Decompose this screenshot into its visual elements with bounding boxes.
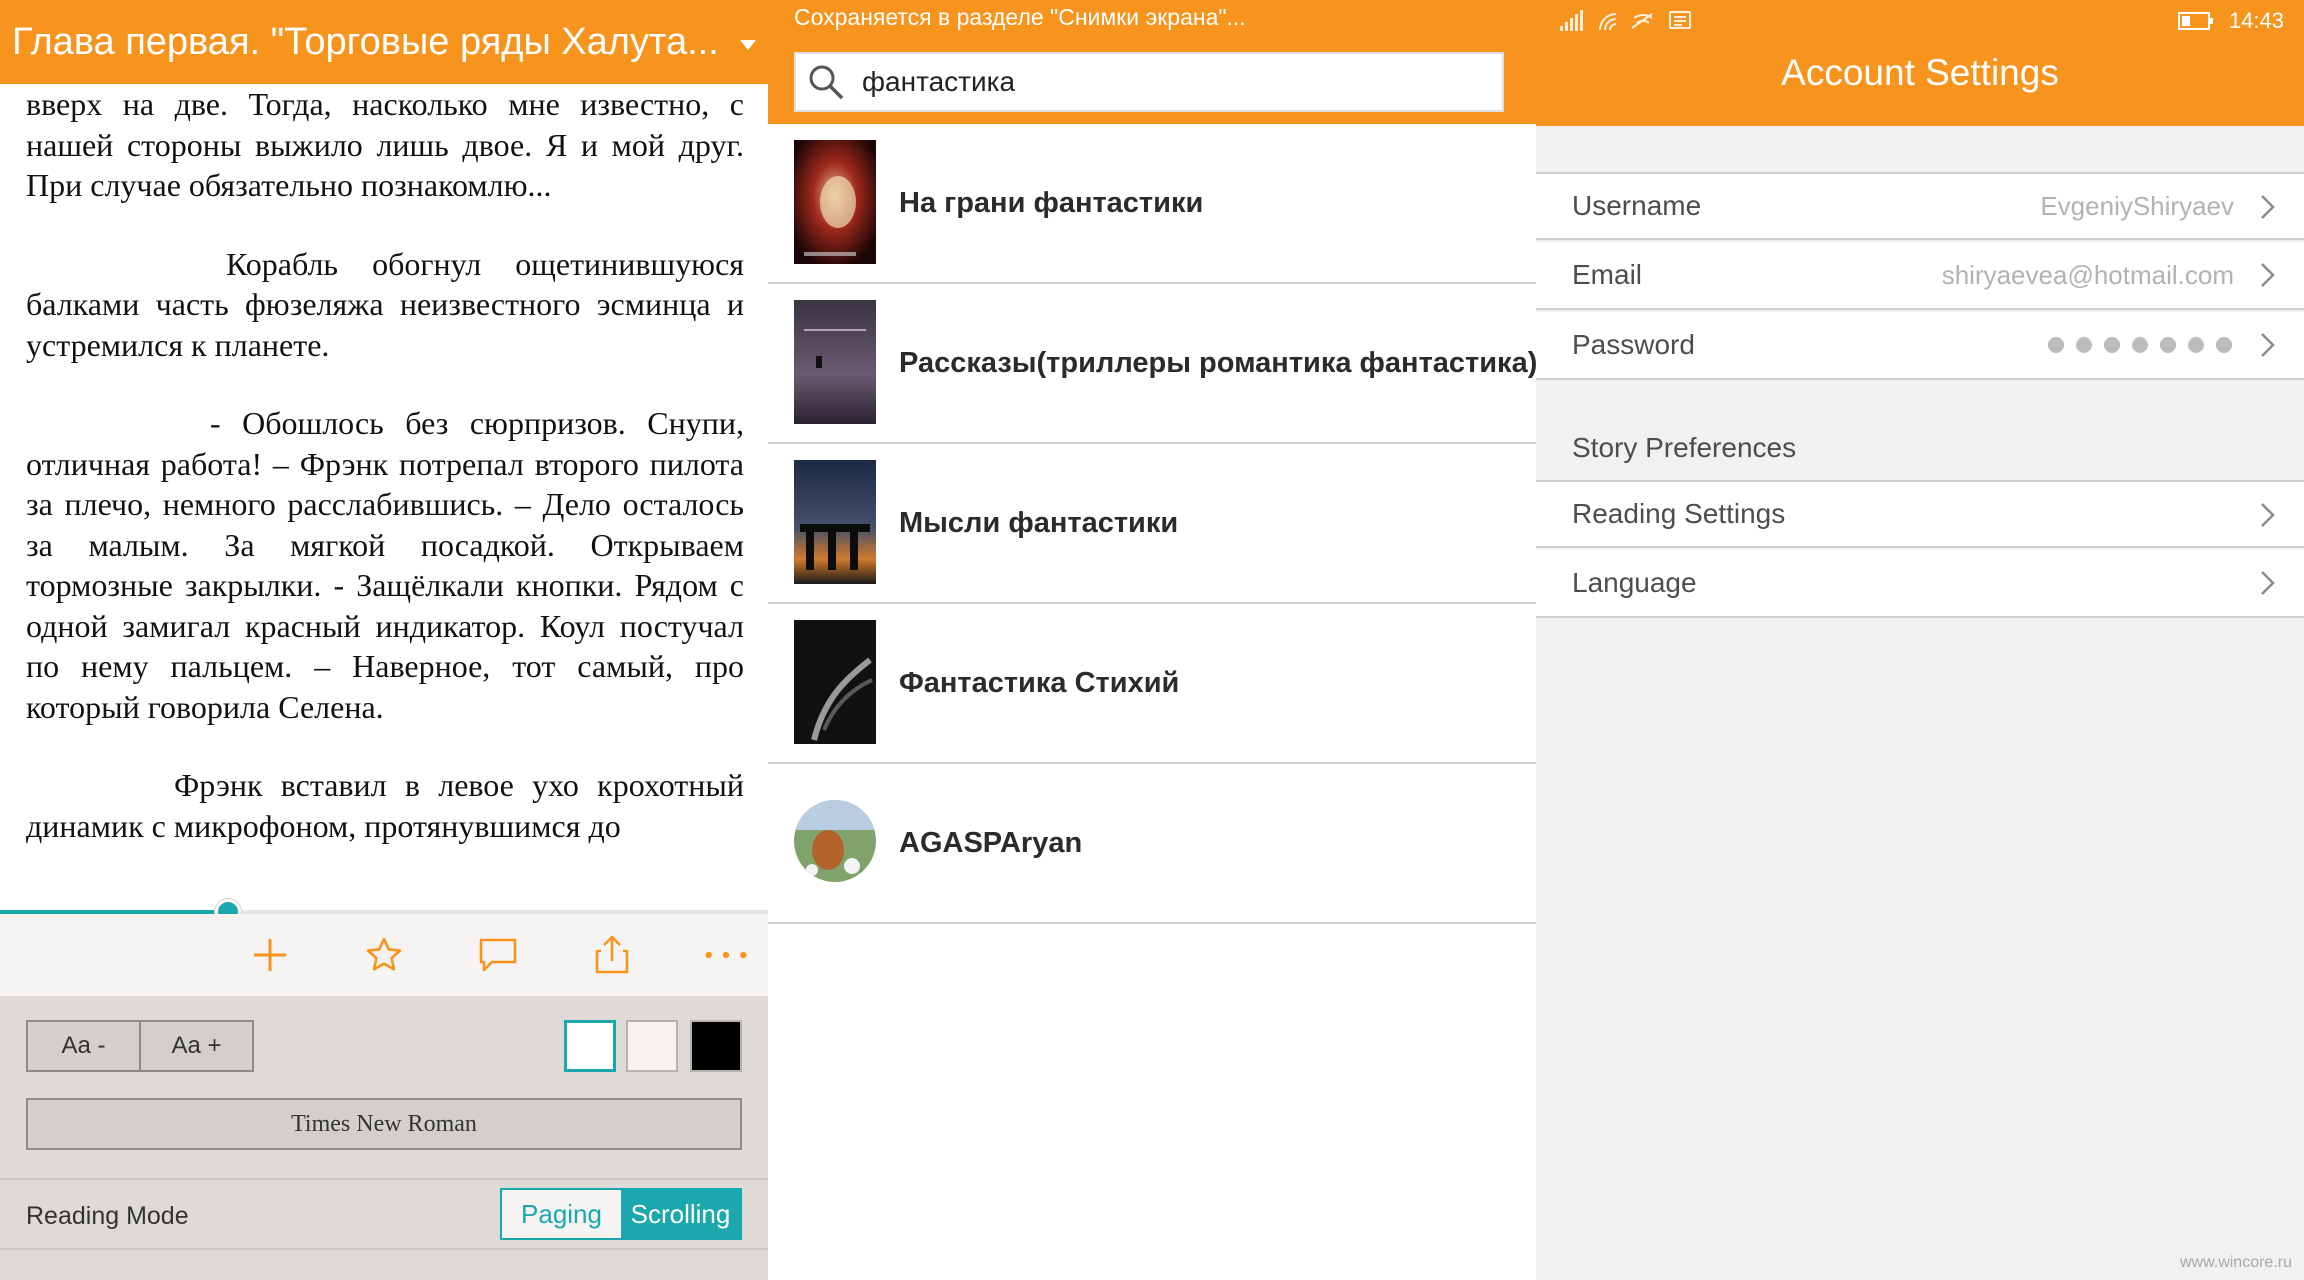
watermark: www.wincore.ru bbox=[2179, 1254, 2292, 1271]
password-row[interactable]: Password bbox=[1536, 312, 2304, 380]
password-dot bbox=[2216, 337, 2232, 353]
story-paragraph: Фрэнк вставил в левое ухо крохотный дина… bbox=[26, 767, 744, 844]
language-row[interactable]: Language bbox=[1536, 550, 2304, 618]
reading-settings-label: Reading Settings bbox=[1572, 498, 1786, 529]
book-cover bbox=[794, 140, 876, 264]
story-paragraph: вверх на две. Тогда, насколько мне извес… bbox=[26, 86, 744, 203]
theme-white-swatch[interactable] bbox=[564, 1020, 616, 1072]
divider bbox=[0, 1178, 768, 1180]
search-header: Сохраняется в разделе "Снимки экрана"...… bbox=[768, 0, 1536, 124]
list-item[interactable]: На грани фантастики bbox=[768, 124, 1536, 284]
result-title: Мысли фантастики bbox=[899, 506, 1179, 539]
chevron-right-icon bbox=[2261, 571, 2275, 595]
password-dot bbox=[2132, 337, 2148, 353]
list-item[interactable]: AGASPAryan bbox=[768, 764, 1536, 924]
screenshot-toast: Сохраняется в разделе "Снимки экрана"... bbox=[794, 4, 1246, 30]
clock: 14:43 bbox=[2228, 8, 2284, 33]
email-value: shiryaevea@hotmail.com bbox=[1941, 259, 2234, 290]
battery-icon bbox=[2178, 12, 2213, 30]
password-dot bbox=[2160, 337, 2176, 353]
username-value: EvgeniyShiryaev bbox=[2040, 190, 2234, 221]
chevron-right-icon bbox=[2261, 503, 2275, 527]
password-dot bbox=[2076, 337, 2092, 353]
reading-mode-toggle: Paging Scrolling bbox=[500, 1188, 742, 1240]
story-text: вверх на две. Тогда, насколько мне извес… bbox=[26, 84, 744, 896]
password-dots bbox=[2048, 337, 2232, 353]
status-icons bbox=[1560, 10, 1691, 31]
font-decrease-button[interactable]: Aa - bbox=[28, 1022, 139, 1070]
comment-icon[interactable] bbox=[476, 933, 520, 977]
reading-settings-row[interactable]: Reading Settings bbox=[1536, 480, 2304, 548]
share-icon[interactable] bbox=[590, 933, 634, 977]
reading-settings-tray: Aa - Aa + Times New Roman Reading Mode P… bbox=[0, 996, 768, 1280]
list-item[interactable]: Фантастика Стихий bbox=[768, 604, 1536, 764]
theme-sepia-swatch[interactable] bbox=[626, 1020, 678, 1072]
font-size-control: Aa - Aa + bbox=[26, 1020, 254, 1072]
status-bar: 14:43 bbox=[1536, 0, 2304, 42]
account-header: 14:43 Account Settings bbox=[1536, 0, 2304, 126]
chapter-title[interactable]: Глава первая. "Торговые ряды Халута... bbox=[12, 21, 719, 64]
result-title: На грани фантастики bbox=[899, 186, 1204, 219]
password-dot bbox=[2104, 337, 2120, 353]
theme-black-swatch[interactable] bbox=[690, 1020, 742, 1072]
result-title: AGASPAryan bbox=[899, 826, 1083, 859]
search-query[interactable]: фантастика bbox=[856, 66, 1015, 98]
page-title: Account Settings bbox=[1781, 52, 2059, 93]
email-label: Email bbox=[1572, 259, 1643, 290]
more-icon[interactable] bbox=[704, 933, 748, 977]
book-cover bbox=[794, 460, 876, 584]
search-icon[interactable] bbox=[796, 54, 856, 110]
reader-panel: Глава первая. "Торговые ряды Халута... в… bbox=[0, 0, 768, 1280]
account-settings-panel: 14:43 Account Settings Username EvgeniyS… bbox=[1536, 0, 2304, 1280]
username-row[interactable]: Username EvgeniyShiryaev bbox=[1536, 172, 2304, 240]
result-title: Фантастика Стихий bbox=[899, 666, 1180, 699]
font-face-selector[interactable]: Times New Roman bbox=[26, 1098, 742, 1150]
reader-toolbar bbox=[0, 914, 768, 996]
reading-mode-label: Reading Mode bbox=[26, 1202, 189, 1230]
story-paragraph: - Обошлось без сюрпризов. Снупи, отлична… bbox=[26, 405, 744, 725]
scrolling-option[interactable]: Scrolling bbox=[621, 1190, 740, 1238]
chevron-right-icon bbox=[2261, 333, 2275, 357]
chevron-right-icon bbox=[2261, 263, 2275, 287]
password-dot bbox=[2188, 337, 2204, 353]
password-label: Password bbox=[1572, 329, 1695, 360]
search-panel: Сохраняется в разделе "Снимки экрана"...… bbox=[768, 0, 1536, 1280]
chevron-right-icon bbox=[2261, 195, 2275, 219]
list-item[interactable]: Мысли фантастики bbox=[768, 444, 1536, 604]
star-icon[interactable] bbox=[362, 933, 406, 977]
list-item[interactable]: Рассказы(триллеры романтика фантастика) bbox=[768, 284, 1536, 444]
language-label: Language bbox=[1572, 567, 1697, 598]
chevron-down-icon[interactable] bbox=[740, 40, 756, 50]
plus-icon[interactable] bbox=[248, 933, 292, 977]
password-dot bbox=[2048, 337, 2064, 353]
story-paragraph: Корабль обогнул ощетинившуюся балками ча… bbox=[26, 245, 744, 363]
section-title: Story Preferences bbox=[1572, 432, 1797, 463]
email-row[interactable]: Email shiryaevea@hotmail.com bbox=[1536, 242, 2304, 310]
result-title: Рассказы(триллеры романтика фантастика) bbox=[899, 346, 1536, 379]
search-results: На грани фантастики Рассказы(триллеры ро… bbox=[768, 124, 1536, 924]
search-input[interactable]: фантастика bbox=[794, 52, 1504, 112]
avatar bbox=[794, 800, 876, 882]
divider bbox=[0, 1248, 768, 1250]
font-increase-button[interactable]: Aa + bbox=[139, 1022, 252, 1070]
book-cover bbox=[794, 300, 876, 424]
username-label: Username bbox=[1572, 190, 1702, 221]
paging-option[interactable]: Paging bbox=[502, 1190, 621, 1238]
book-cover bbox=[794, 620, 876, 744]
reader-header[interactable]: Глава первая. "Торговые ряды Халута... bbox=[0, 0, 768, 84]
